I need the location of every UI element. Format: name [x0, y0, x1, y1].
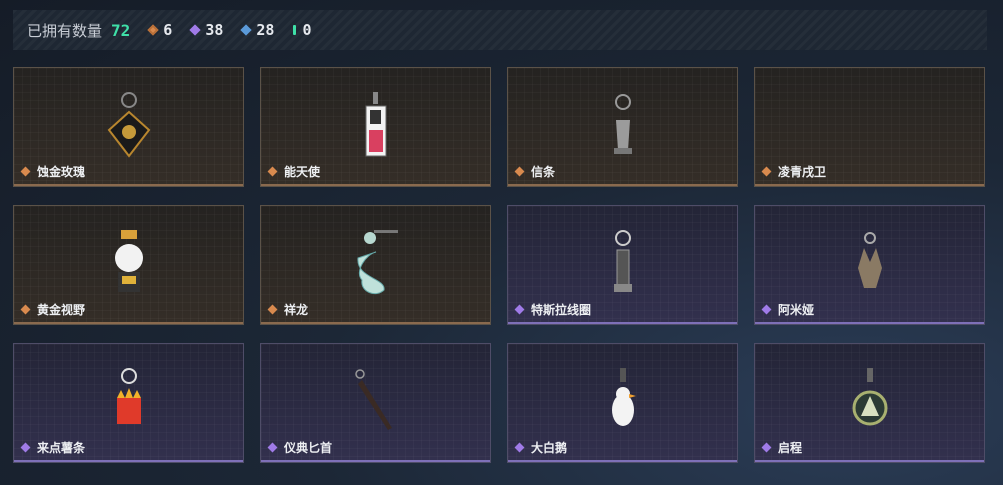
orange-gem-icon	[147, 24, 159, 36]
purple-gem-icon	[189, 24, 201, 36]
pendant-card[interactable]: 信条	[507, 67, 738, 187]
stat-blue: 28	[240, 21, 275, 39]
pendant-name: 启程	[778, 441, 803, 455]
pendant-card[interactable]: 大白鹅	[507, 343, 738, 463]
pendant-card[interactable]: 能天使	[260, 67, 491, 187]
stat-teal: 0	[293, 21, 311, 39]
stat-orange: 6	[147, 21, 173, 39]
pendant-card[interactable]: 仪典匕首	[260, 343, 491, 463]
pendant-name: 特斯拉线圈	[531, 303, 592, 317]
owned-label: 已拥有数量	[27, 22, 103, 40]
blue-gem-icon	[240, 24, 253, 36]
pendant-name: 大白鹅	[531, 441, 568, 455]
pendant-name: 信条	[531, 165, 556, 179]
pendant-card[interactable]: 蚀金玫瑰	[13, 67, 244, 187]
pendant-card[interactable]: 凌青戌卫	[754, 67, 985, 187]
stat-purple: 38	[189, 21, 224, 39]
pendant-name: 仪典匕首	[284, 441, 333, 455]
pendant-name: 蚀金玫瑰	[37, 165, 86, 179]
stat-value: 38	[205, 21, 224, 39]
pendant-card[interactable]: 祥龙	[260, 205, 491, 325]
pendant-name: 来点薯条	[37, 441, 86, 455]
pendant-name: 黄金视野	[37, 303, 86, 317]
stat-value: 28	[256, 21, 275, 39]
stat-value: 0	[302, 21, 312, 39]
pendant-name: 阿米娅	[778, 303, 815, 317]
owned-count: 72	[111, 20, 131, 40]
pendant-card[interactable]: 启程	[754, 343, 985, 463]
stat-value: 6	[163, 21, 173, 39]
pendant-name: 能天使	[284, 165, 321, 179]
pendant-card[interactable]: 阿米娅	[754, 205, 985, 325]
pendant-name: 祥龙	[284, 303, 309, 317]
pendant-card[interactable]: 来点薯条	[13, 343, 244, 463]
pendant-card[interactable]: 黄金视野	[13, 205, 244, 325]
pendant-name: 凌青戌卫	[778, 165, 827, 179]
inventory-summary-bar: 已拥有数量 72 6 38 28 0	[13, 10, 987, 50]
teal-gem-icon	[293, 25, 297, 35]
pendant-card[interactable]: 特斯拉线圈	[507, 205, 738, 325]
